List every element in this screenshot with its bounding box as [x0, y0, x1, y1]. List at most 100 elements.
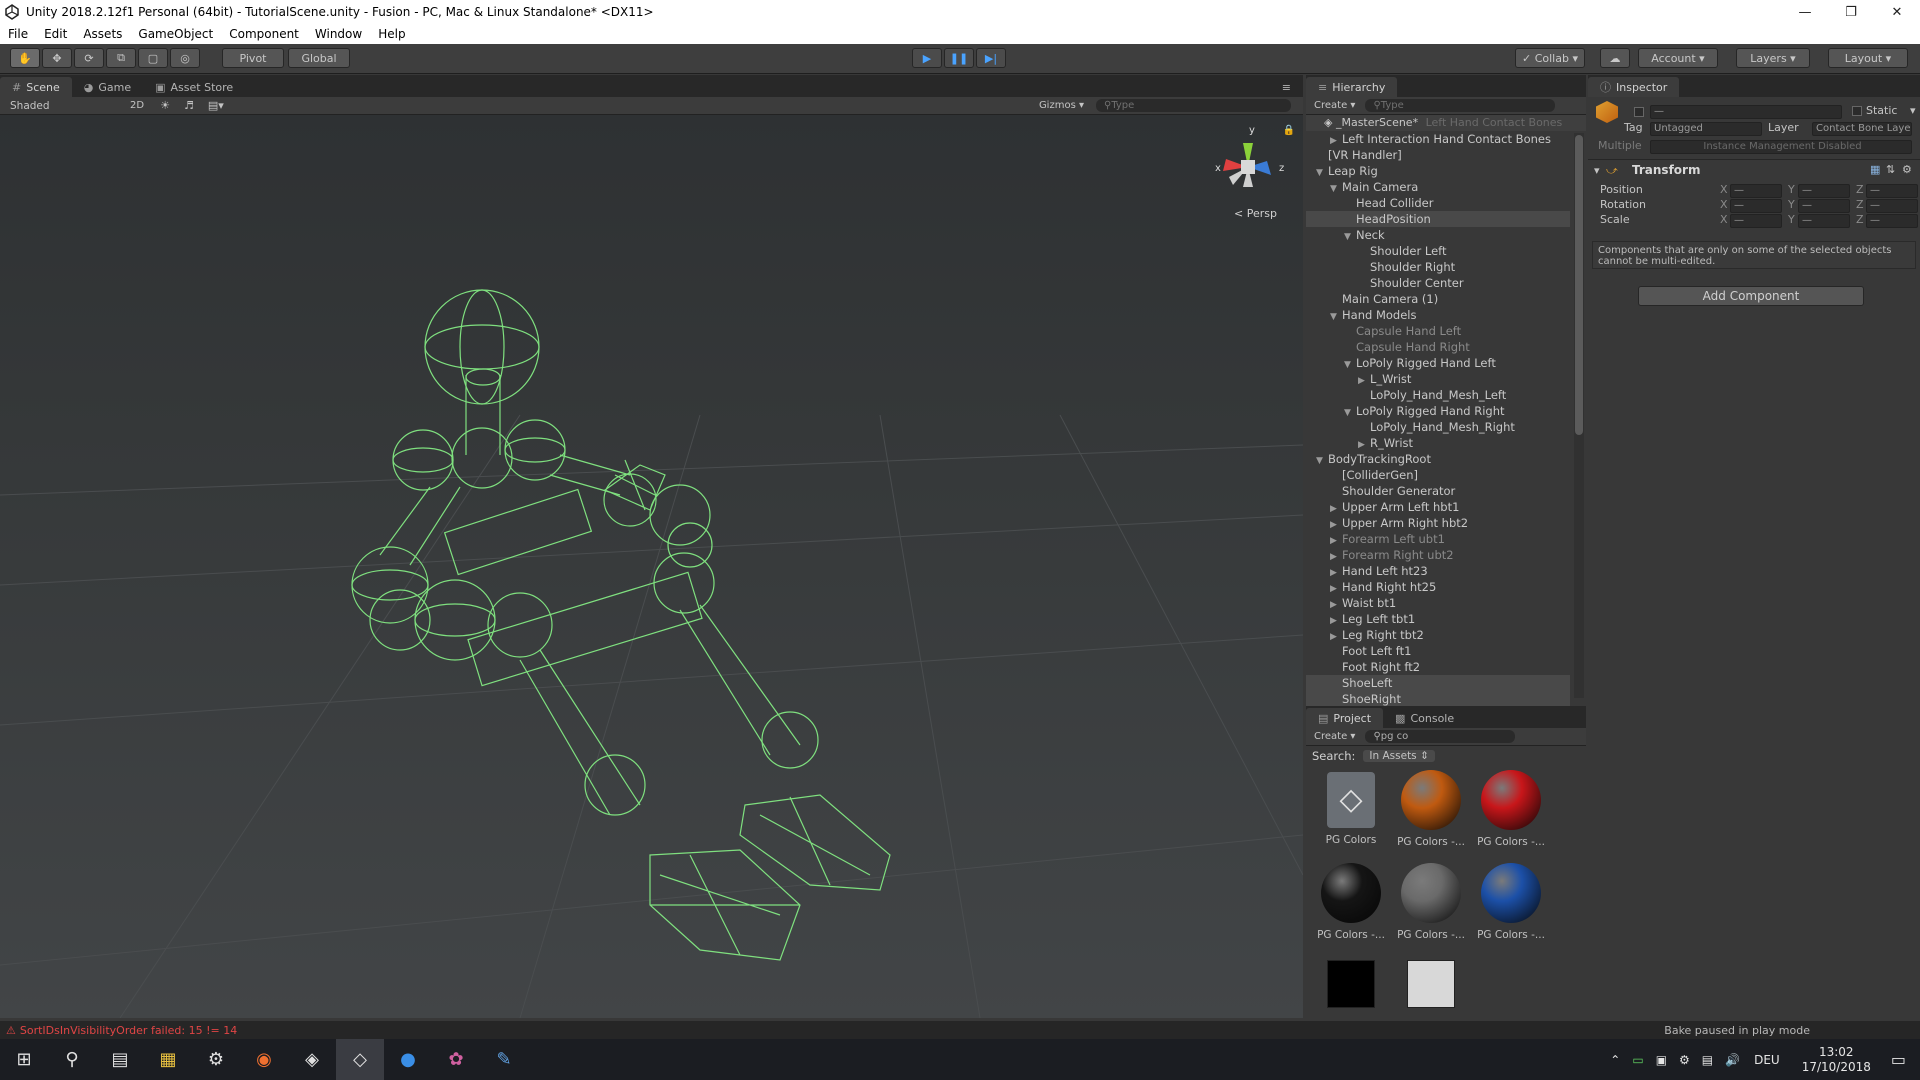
scale-z-field[interactable]: —	[1866, 214, 1918, 228]
static-dropdown-icon[interactable]: ▾	[1910, 104, 1916, 117]
tag-dropdown[interactable]: Untagged	[1650, 122, 1762, 136]
account-dropdown[interactable]: Account ▾	[1638, 48, 1718, 68]
hierarchy-search-input[interactable]: ⚲Type	[1365, 99, 1556, 112]
scale-tool-button[interactable]: ⧉	[106, 48, 136, 68]
asset-item[interactable]: ◇ PG Colors	[1312, 770, 1390, 846]
minimize-button[interactable]: —	[1782, 0, 1828, 24]
layers-dropdown[interactable]: Layers ▾	[1736, 48, 1810, 68]
volume-icon[interactable]: 🔊	[1725, 1053, 1740, 1067]
scale-x-field[interactable]: —	[1730, 214, 1782, 228]
hierarchy-row[interactable]: Shoulder Center	[1306, 275, 1570, 291]
hierarchy-row[interactable]: ▶ R_Wrist	[1306, 435, 1570, 451]
transform-tool-button[interactable]: ◎	[170, 48, 200, 68]
pivot-toggle[interactable]: Pivot	[222, 48, 284, 68]
tab-game[interactable]: ◕ Game	[72, 77, 143, 97]
steam-tray-icon[interactable]: ⚙	[1679, 1053, 1690, 1067]
hierarchy-row[interactable]: Foot Right ft2	[1306, 659, 1570, 675]
restore-button[interactable]: ❐	[1828, 0, 1874, 24]
hierarchy-row[interactable]: Main Camera (1)	[1306, 291, 1570, 307]
hierarchy-row[interactable]: ▶ Hand Left ht23	[1306, 563, 1570, 579]
hierarchy-row[interactable]: Shoulder Generator	[1306, 483, 1570, 499]
asset-item[interactable]: PG Colors -...	[1472, 863, 1550, 941]
panel-menu-icon[interactable]: ≡	[1270, 77, 1303, 97]
tab-asset-store[interactable]: ▣ Asset Store	[143, 77, 245, 97]
hierarchy-row[interactable]: Foot Left ft1	[1306, 643, 1570, 659]
gameobject-name-input[interactable]: —	[1650, 105, 1842, 119]
menu-file[interactable]: File	[0, 27, 36, 41]
settings-gear-icon[interactable]: ⚙	[1902, 163, 1912, 176]
paint-icon[interactable]: ✎	[480, 1039, 528, 1080]
notifications-icon[interactable]: ▭	[1891, 1050, 1906, 1069]
tab-console[interactable]: ▩ Console	[1383, 708, 1466, 728]
scene-header-row[interactable]: ◈ _MasterScene* Left Hand Contact Bones	[1306, 115, 1586, 131]
hierarchy-row[interactable]: ShoeRight	[1306, 691, 1570, 707]
hierarchy-row[interactable]: Shoulder Left	[1306, 243, 1570, 259]
tray-chevron-icon[interactable]: ⌃	[1610, 1053, 1620, 1067]
hierarchy-row[interactable]: ▶ Hand Right ht25	[1306, 579, 1570, 595]
tab-scene[interactable]: # Scene	[0, 77, 72, 97]
move-tool-button[interactable]: ✥	[42, 48, 72, 68]
hierarchy-row[interactable]: LoPoly_Hand_Mesh_Right	[1306, 419, 1570, 435]
tab-hierarchy[interactable]: ≡ Hierarchy	[1306, 77, 1398, 97]
rotate-tool-button[interactable]: ⟳	[74, 48, 104, 68]
firefox-icon[interactable]: ◉	[240, 1039, 288, 1080]
hand-tool-button[interactable]: ✋	[10, 48, 40, 68]
menu-help[interactable]: Help	[370, 27, 413, 41]
lighting-toggle-icon[interactable]: ☀	[160, 99, 170, 112]
asset-item[interactable]	[1392, 956, 1470, 1014]
hierarchy-row[interactable]: ▶ Forearm Left ubt1	[1306, 531, 1570, 547]
hierarchy-row[interactable]: ▼ LoPoly Rigged Hand Left	[1306, 355, 1570, 371]
hierarchy-row[interactable]: ▶ L_Wrist	[1306, 371, 1570, 387]
layer-dropdown[interactable]: Contact Bone Laye	[1812, 122, 1912, 136]
status-error-text[interactable]: SortIDsInVisibilityOrder failed: 15 != 1…	[20, 1024, 237, 1037]
language-indicator[interactable]: DEU	[1754, 1053, 1780, 1067]
hierarchy-row[interactable]: ▼ Main Camera	[1306, 179, 1570, 195]
hierarchy-row[interactable]: ▶ Left Interaction Hand Contact Bones	[1306, 131, 1570, 147]
hierarchy-row[interactable]: HeadPosition	[1306, 211, 1570, 227]
tab-project[interactable]: ▤ Project	[1306, 708, 1384, 728]
vr-icon[interactable]: ▣	[1656, 1053, 1667, 1067]
search-icon[interactable]: ⚲	[48, 1039, 96, 1080]
hierarchy-row[interactable]: Shoulder Right	[1306, 259, 1570, 275]
add-component-button[interactable]: Add Component	[1638, 286, 1864, 306]
collab-button[interactable]: ✓ Collab ▾	[1515, 48, 1585, 68]
layout-dropdown[interactable]: Layout ▾	[1828, 48, 1908, 68]
hierarchy-scroll-thumb[interactable]	[1575, 135, 1583, 435]
tab-inspector[interactable]: ⓘ Inspector	[1588, 77, 1680, 97]
hierarchy-row[interactable]: ShoeLeft	[1306, 675, 1570, 691]
orientation-gizmo[interactable]: y x z < Persp 🔒	[1193, 115, 1303, 225]
gizmos-dropdown[interactable]: Gizmos ▾	[1039, 100, 1084, 111]
static-checkbox[interactable]	[1852, 106, 1862, 116]
hierarchy-row[interactable]: ▶ Waist bt1	[1306, 595, 1570, 611]
scene-search-input[interactable]: ⚲Type	[1096, 99, 1291, 112]
menu-gameobject[interactable]: GameObject	[130, 27, 221, 41]
pause-button[interactable]: ❚❚	[944, 48, 974, 68]
start-button-icon[interactable]: ⊞	[0, 1039, 48, 1080]
asset-item[interactable]	[1312, 956, 1390, 1014]
asset-item[interactable]: PG Colors -...	[1392, 770, 1470, 848]
effects-dropdown-icon[interactable]: ▤▾	[208, 99, 224, 112]
asset-item[interactable]: PG Colors -...	[1312, 863, 1390, 941]
shading-dropdown[interactable]: Shaded	[10, 100, 120, 112]
2d-toggle[interactable]: 2D	[130, 100, 144, 111]
position-y-field[interactable]: —	[1798, 184, 1850, 198]
scene-viewport[interactable]: y x z < Persp 🔒	[0, 115, 1303, 1018]
hierarchy-row[interactable]: ▶ Upper Arm Right hbt2	[1306, 515, 1570, 531]
active-checkbox[interactable]	[1634, 107, 1644, 117]
hierarchy-scrollbar[interactable]	[1574, 133, 1584, 698]
menu-component[interactable]: Component	[221, 27, 307, 41]
hierarchy-row[interactable]: ▼ Neck	[1306, 227, 1570, 243]
hierarchy-row[interactable]: Head Collider	[1306, 195, 1570, 211]
position-x-field[interactable]: —	[1730, 184, 1782, 198]
maps-icon[interactable]: ●	[384, 1039, 432, 1080]
menu-assets[interactable]: Assets	[75, 27, 130, 41]
app-icon[interactable]: ✿	[432, 1039, 480, 1080]
steam-icon[interactable]: ⚙	[192, 1039, 240, 1080]
asset-item[interactable]: PG Colors -...	[1392, 863, 1470, 941]
project-create-dropdown[interactable]: Create ▾	[1314, 731, 1355, 742]
project-search-input[interactable]: ⚲pg co	[1365, 730, 1516, 743]
preset-icon[interactable]: ⇅	[1886, 163, 1895, 176]
hierarchy-row[interactable]: [VR Handler]	[1306, 147, 1570, 163]
close-button[interactable]: ✕	[1874, 0, 1920, 24]
hierarchy-create-dropdown[interactable]: Create ▾	[1314, 100, 1355, 111]
